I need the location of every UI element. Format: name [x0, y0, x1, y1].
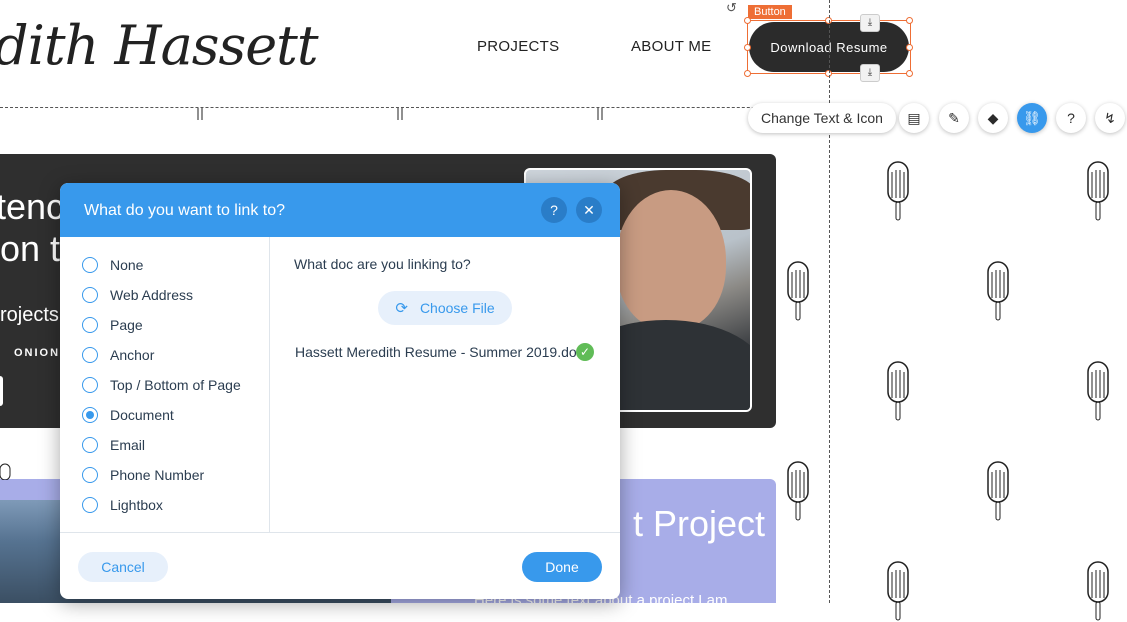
link-option-anchor[interactable]: Anchor	[82, 344, 154, 366]
stretch-down-icon[interactable]: ⤓	[860, 14, 880, 32]
nav-about-me[interactable]: ABOUT ME	[631, 38, 711, 55]
animation-icon[interactable]: ◆	[978, 103, 1008, 133]
option-label: Web Address	[110, 287, 194, 303]
hero-button-edge[interactable]	[0, 376, 3, 406]
option-label: Top / Bottom of Page	[110, 377, 241, 393]
resize-handle[interactable]	[744, 70, 751, 77]
radio-button[interactable]	[82, 347, 98, 363]
link-option-none[interactable]: None	[82, 254, 143, 276]
nav-projects[interactable]: PROJECTS	[477, 38, 559, 55]
element-type-tag: Button	[748, 5, 792, 19]
site-logo[interactable]: dith Hassett	[0, 14, 319, 77]
help-icon[interactable]: ?	[541, 197, 567, 223]
popsicle-icon	[0, 463, 11, 480]
stretch-down-icon[interactable]: ⤓	[860, 64, 880, 82]
popsicle-icon	[987, 461, 1009, 521]
document-question: What doc are you linking to?	[294, 256, 471, 272]
selected-file-name: Hassett Meredith Resume - Summer 2019.do	[295, 344, 577, 360]
layout-icon[interactable]: ▤	[899, 103, 929, 133]
connect-icon[interactable]: ↯	[1095, 103, 1125, 133]
resize-handle[interactable]	[906, 44, 913, 51]
choose-file-button[interactable]: ⟳ Choose File	[378, 291, 512, 325]
project-title: t Project	[633, 503, 766, 544]
option-label: Phone Number	[110, 467, 205, 483]
choose-file-label: Choose File	[419, 300, 495, 316]
projects-label: rojects	[0, 304, 59, 326]
radio-button[interactable]	[82, 467, 98, 483]
link-option-email[interactable]: Email	[82, 434, 145, 456]
radio-button[interactable]	[82, 497, 98, 513]
popsicle-icon	[1087, 161, 1109, 221]
hero-heading-line1: tenc	[0, 186, 65, 227]
option-label: Document	[110, 407, 174, 423]
resize-handle[interactable]	[744, 17, 751, 24]
cancel-button[interactable]: Cancel	[78, 552, 168, 582]
resize-handle[interactable]	[906, 70, 913, 77]
link-option-lightbox[interactable]: Lightbox	[82, 494, 163, 516]
change-text-icon-button[interactable]: Change Text & Icon	[748, 103, 896, 133]
hero-heading-line2: on t	[0, 228, 61, 269]
link-option-document[interactable]: Document	[82, 404, 174, 426]
popsicle-icon	[1087, 561, 1109, 621]
popsicle-icon	[987, 261, 1009, 321]
radio-button[interactable]	[82, 287, 98, 303]
popsicle-icon	[787, 261, 809, 321]
refresh-icon: ⟳	[395, 300, 408, 317]
photo-face	[616, 190, 726, 330]
popsicle-icon	[887, 161, 909, 221]
radio-button[interactable]	[82, 437, 98, 453]
popsicle-icon	[887, 361, 909, 421]
option-label: Lightbox	[110, 497, 163, 513]
dialog-title: What do you want to link to?	[84, 202, 285, 219]
popsicle-stick-row	[197, 108, 603, 120]
radio-button[interactable]	[82, 317, 98, 333]
option-label: Page	[110, 317, 143, 333]
link-dialog: What do you want to link to? ? ✕ None We…	[60, 183, 620, 599]
link-option-page[interactable]: Page	[82, 314, 143, 336]
gridline-guide	[829, 0, 830, 603]
popsicle-icon	[887, 561, 909, 621]
radio-button[interactable]	[82, 377, 98, 393]
link-icon[interactable]: ⛓	[1017, 103, 1047, 133]
link-option-web-address[interactable]: Web Address	[82, 284, 193, 306]
check-icon: ✓	[576, 343, 594, 361]
radio-button-selected[interactable]	[82, 407, 98, 423]
link-option-top-bottom[interactable]: Top / Bottom of Page	[82, 374, 241, 396]
close-icon[interactable]: ✕	[576, 197, 602, 223]
rotate-icon[interactable]: ↺	[726, 0, 737, 16]
resize-handle[interactable]	[906, 17, 913, 24]
option-label: Anchor	[110, 347, 155, 363]
option-label: Email	[110, 437, 146, 453]
design-brush-icon[interactable]: ✎	[939, 103, 969, 133]
dialog-column-divider	[269, 237, 270, 533]
option-label: None	[110, 257, 144, 273]
radio-button[interactable]	[82, 257, 98, 273]
done-button[interactable]: Done	[522, 552, 602, 582]
resize-handle[interactable]	[744, 44, 751, 51]
help-icon[interactable]: ?	[1056, 103, 1086, 133]
dialog-footer-divider	[60, 532, 620, 533]
popsicle-icon	[787, 461, 809, 521]
link-option-phone-number[interactable]: Phone Number	[82, 464, 204, 486]
popsicle-icon	[1087, 361, 1109, 421]
